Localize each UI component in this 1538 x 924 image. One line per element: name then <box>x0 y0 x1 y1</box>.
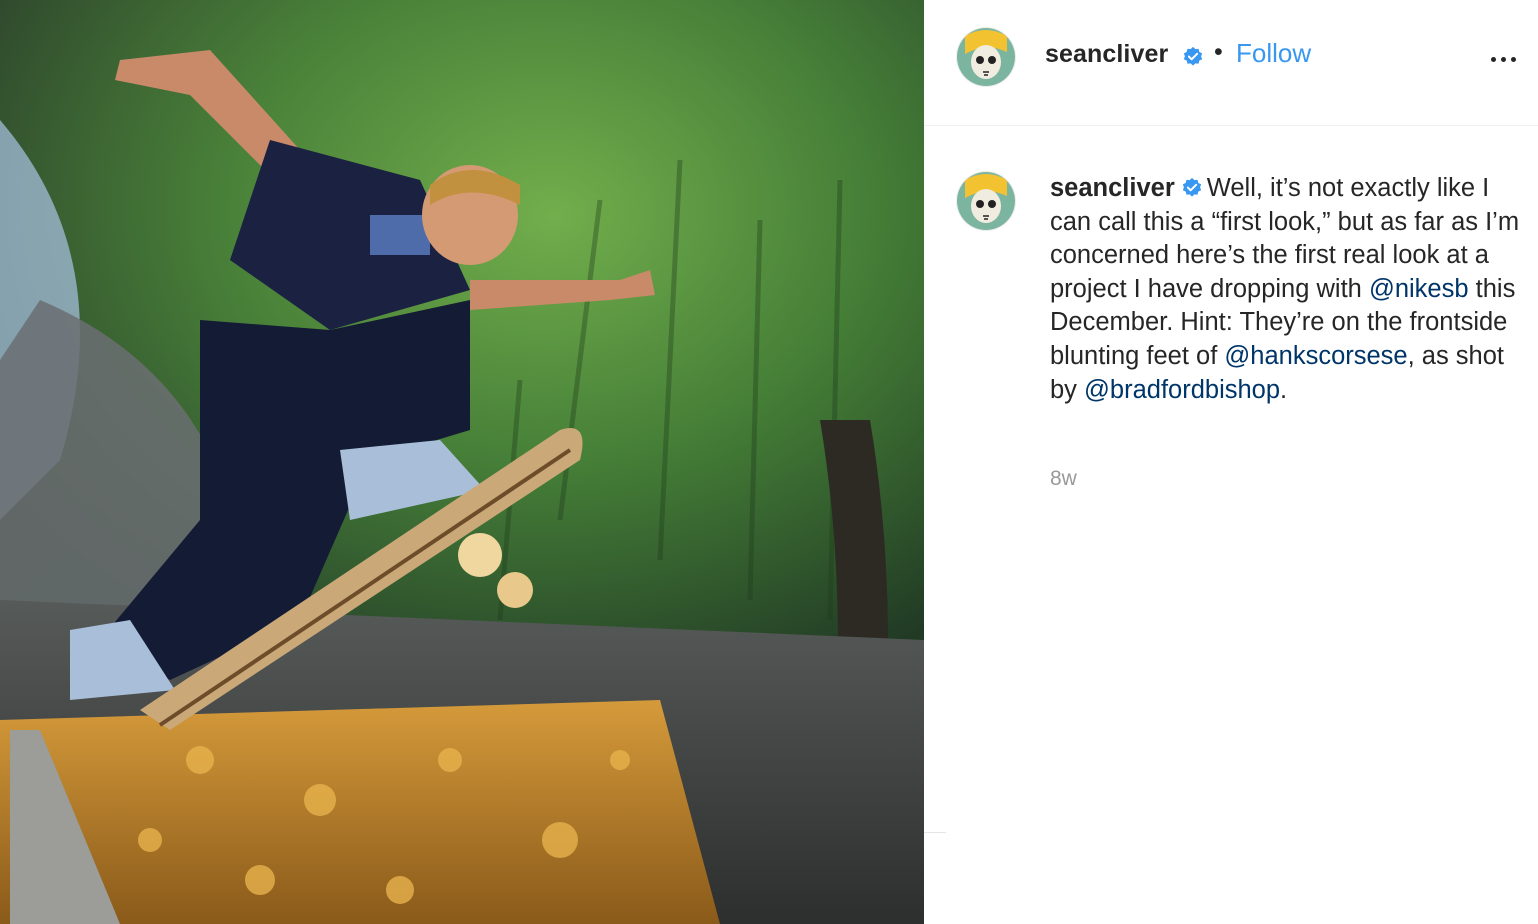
skateboarder-photo <box>0 0 924 924</box>
post-timestamp[interactable]: 8w <box>1050 467 1077 491</box>
separator-dot: • <box>1214 38 1223 66</box>
follow-button[interactable]: Follow <box>1236 38 1311 69</box>
username[interactable]: seancliver <box>1045 40 1168 69</box>
mention-link[interactable]: @hankscorsese <box>1224 342 1407 370</box>
avatar[interactable] <box>957 28 1015 86</box>
more-horizontal-icon <box>1491 57 1496 62</box>
caption-username[interactable]: seancliver <box>1050 174 1175 202</box>
verified-badge-icon <box>1182 177 1201 197</box>
post-photo[interactable] <box>0 0 924 924</box>
verified-badge-icon <box>1183 46 1203 66</box>
mention-link[interactable]: @nikesb <box>1369 275 1469 303</box>
post-header: seancliver • Follow <box>924 0 1538 126</box>
post-side-panel: seancliver • Follow seancliver Well, it’s… <box>924 0 1538 924</box>
skull-avatar-icon <box>957 172 1015 230</box>
caption-avatar[interactable] <box>957 172 1015 230</box>
caption-text: . <box>1280 375 1288 404</box>
more-options-button[interactable] <box>1491 44 1521 74</box>
post-caption: seancliver Well, it’s not exactly like I … <box>1050 172 1520 407</box>
skull-avatar-icon <box>957 28 1015 86</box>
mention-link[interactable]: @bradfordbishop <box>1084 376 1280 404</box>
